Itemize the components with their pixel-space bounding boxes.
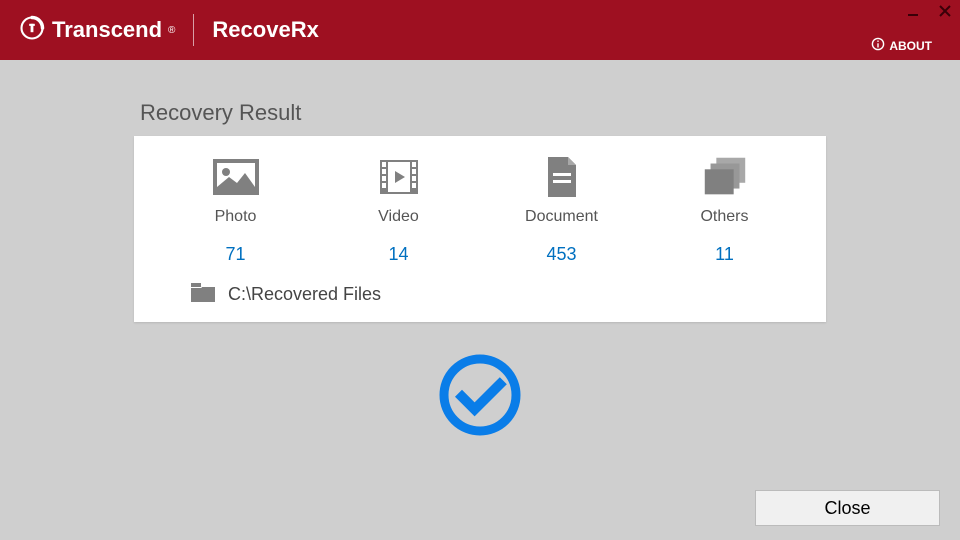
result-card: Photo 71 Video 14 [134,136,826,322]
brand-name: Transcend [52,17,162,43]
about-link[interactable]: ABOUT [871,37,932,54]
video-icon [373,156,425,198]
brand-logo: Transcend ® [18,14,175,47]
about-label: ABOUT [889,39,932,53]
close-button[interactable]: Close [755,490,940,526]
transcend-logo-icon [18,14,46,47]
result-title: Recovery Result [140,100,826,126]
header-divider [193,14,194,46]
folder-icon [190,281,216,308]
category-others: Others 11 [643,156,806,265]
categories-row: Photo 71 Video 14 [154,156,806,265]
category-video: Video 14 [317,156,480,265]
brand-area: Transcend ® RecoveRx [18,14,319,47]
info-icon [871,37,885,54]
category-count: 11 [715,244,734,265]
recovery-path: C:\Recovered Files [228,284,381,305]
app-name: RecoveRx [212,17,318,43]
category-label: Others [700,208,748,226]
category-photo: Photo 71 [154,156,317,265]
title-bar: Transcend ® RecoveRx ABOUT [0,0,960,60]
close-button-label: Close [824,498,870,518]
main-content: Recovery Result Photo 71 [0,60,960,445]
others-icon [699,156,751,198]
checkmark-circle-icon [435,350,525,445]
photo-icon [210,156,262,198]
close-window-button[interactable] [938,4,952,20]
category-label: Document [525,208,598,226]
category-label: Photo [215,208,257,226]
window-controls [906,4,952,20]
minimize-button[interactable] [906,4,920,20]
category-label: Video [378,208,419,226]
category-count: 453 [546,244,576,265]
category-count: 71 [225,244,245,265]
category-document: Document 453 [480,156,643,265]
success-indicator [134,350,826,445]
brand-registered-mark: ® [168,25,175,36]
document-icon [536,156,588,198]
recovery-path-row: C:\Recovered Files [190,281,806,308]
category-count: 14 [388,244,408,265]
